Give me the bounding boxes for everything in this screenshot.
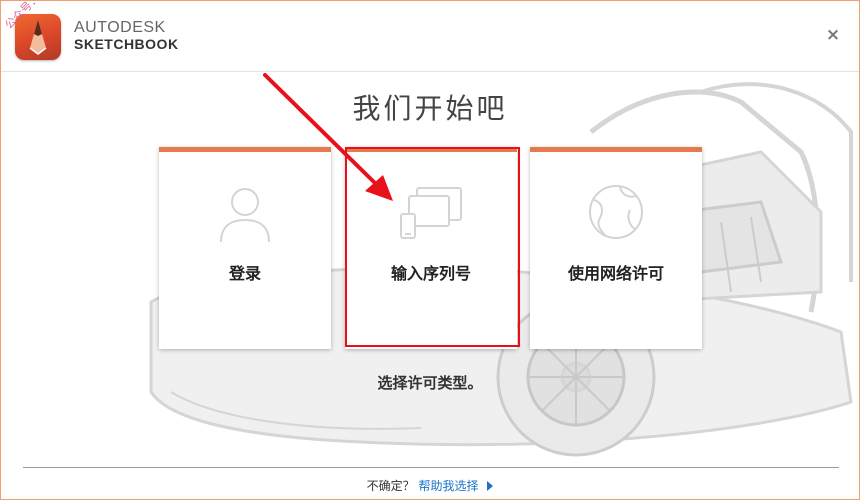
network-license-label: 使用网络许可 (567, 264, 664, 283)
enter-serial-card[interactable]: 输入序列号 (345, 147, 517, 349)
brand-line2: SKETCHBOOK (74, 36, 179, 52)
user-icon (220, 188, 270, 243)
devices-icon (400, 187, 462, 239)
license-dialog: AUTODESK SKETCHBOOK × 公众号：软件安装管家 我们开始吧 登… (0, 0, 860, 500)
brand-wordmark: AUTODESK SKETCHBOOK (74, 19, 179, 53)
header-bar: AUTODESK SKETCHBOOK × (1, 1, 859, 72)
network-license-card[interactable]: 使用网络许可 (530, 147, 702, 349)
enter-serial-label: 输入序列号 (390, 264, 471, 283)
brand-line1: AUTODESK (74, 19, 166, 36)
play-arrow-icon[interactable] (487, 481, 494, 491)
footer: 不确定？ 帮助我选择 (1, 477, 859, 494)
footer-divider (23, 467, 839, 468)
not-sure-text: 不确定？ (366, 479, 415, 493)
sign-in-label: 登录 (228, 264, 261, 283)
close-button[interactable]: × (825, 27, 841, 44)
network-globe-icon (589, 185, 643, 239)
sign-in-card[interactable]: 登录 (159, 147, 331, 349)
page-title: 我们开始吧 (352, 92, 508, 125)
help-me-choose-link[interactable]: 帮助我选择 (419, 479, 479, 493)
choose-license-type-text: 选择许可类型。 (377, 374, 483, 392)
